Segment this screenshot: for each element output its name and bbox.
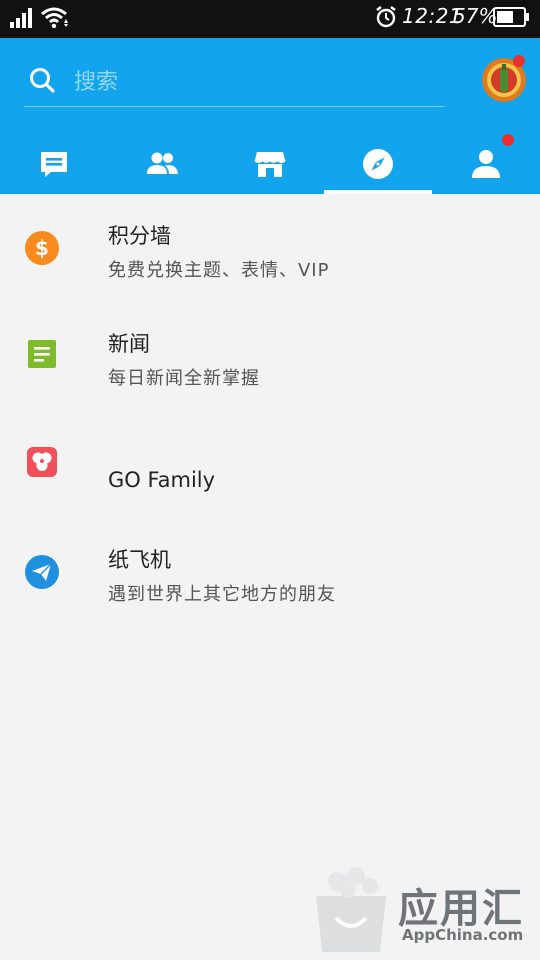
battery-icon <box>493 7 529 27</box>
profile-tab-badge <box>502 134 514 146</box>
list-item-go-family[interactable]: GO Family <box>0 410 540 518</box>
search-input[interactable] <box>72 66 436 98</box>
search-icon[interactable] <box>28 66 56 94</box>
dollar-coin-icon: $ <box>25 231 59 265</box>
header-bar <box>0 38 540 194</box>
compass-icon <box>363 149 393 179</box>
tab-discover[interactable] <box>324 134 432 194</box>
discover-list: $ 积分墙 免费兑换主题、表情、VIP 新闻 每日新闻全新掌握 GO Famil… <box>0 194 540 626</box>
avatar-notification-badge <box>513 55 525 67</box>
news-icon <box>28 340 56 368</box>
tab-messages[interactable] <box>0 134 108 194</box>
wifi-icon <box>41 7 68 29</box>
contacts-icon <box>147 152 178 174</box>
tab-store[interactable] <box>216 134 324 194</box>
tab-profile[interactable] <box>432 134 540 194</box>
watermark-en: AppChina.com <box>402 926 524 944</box>
list-item-title: 积分墙 <box>108 224 171 248</box>
search-bar[interactable] <box>24 56 444 107</box>
list-item-title: GO Family <box>108 468 216 492</box>
list-item-paper-plane[interactable]: 纸飞机 遇到世界上其它地方的朋友 <box>0 518 540 626</box>
go-family-icon <box>27 447 57 477</box>
list-item-news[interactable]: 新闻 每日新闻全新掌握 <box>0 302 540 410</box>
list-item-subtitle: 每日新闻全新掌握 <box>108 368 260 389</box>
list-item-points-wall[interactable]: $ 积分墙 免费兑换主题、表情、VIP <box>0 194 540 302</box>
alarm-icon <box>376 6 396 28</box>
list-item-subtitle: 免费兑换主题、表情、VIP <box>108 260 330 281</box>
battery-percent: 57% <box>453 4 498 28</box>
tab-contacts[interactable] <box>108 134 216 194</box>
store-icon <box>254 152 286 177</box>
signal-icon <box>10 8 32 28</box>
list-item-title: 新闻 <box>108 332 150 356</box>
list-item-subtitle: 遇到世界上其它地方的朋友 <box>108 584 336 605</box>
list-item-title: 纸飞机 <box>108 548 171 572</box>
message-icon <box>41 152 67 177</box>
paper-plane-icon <box>25 555 59 589</box>
profile-icon <box>472 150 500 178</box>
tab-bar <box>0 134 540 194</box>
status-bar: 12:21 57% <box>0 0 540 38</box>
svg-text:$: $ <box>35 236 49 260</box>
